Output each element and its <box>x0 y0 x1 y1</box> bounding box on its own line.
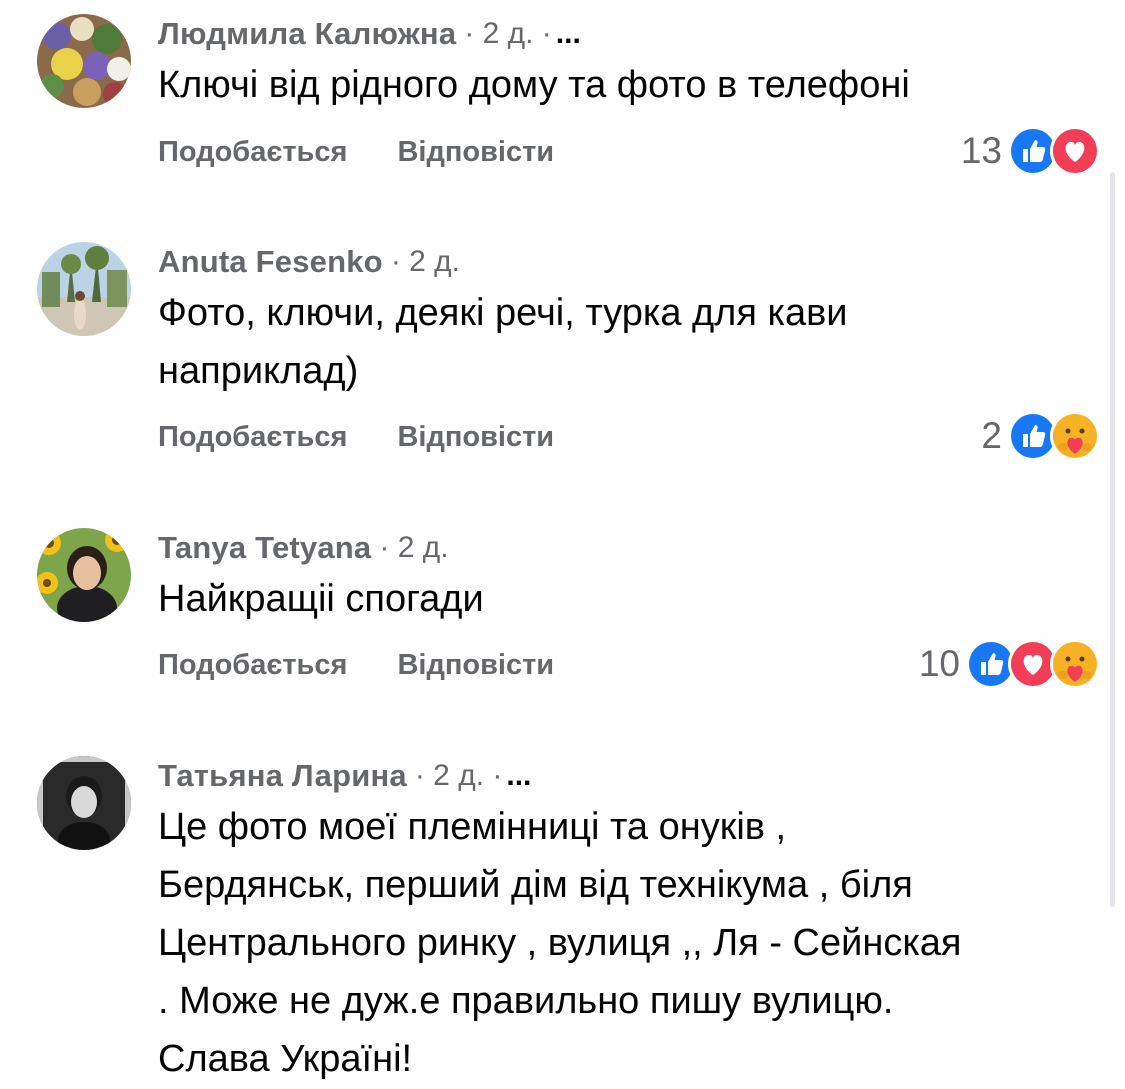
scrollbar[interactable] <box>1110 172 1115 907</box>
comment-actions: Подобається Відповісти <box>158 415 554 459</box>
more-options-button[interactable]: ... <box>506 759 531 793</box>
like-button[interactable]: Подобається <box>158 649 347 682</box>
comment-time[interactable]: · 2 д. · <box>464 17 552 51</box>
love-icon <box>1050 126 1100 176</box>
comment-header: Tanya Tetyana · 2 д. <box>158 526 449 570</box>
care-icon <box>1050 411 1100 461</box>
avatar[interactable] <box>37 14 131 108</box>
author-name[interactable]: Tanya Tetyana <box>158 530 371 566</box>
comment-header: Anuta Fesenko · 2 д. <box>158 240 460 284</box>
like-button[interactable]: Подобається <box>158 421 347 454</box>
comment-text: Це фото моеї племінниці та онуків , Берд… <box>158 806 962 1080</box>
avatar[interactable] <box>37 242 131 336</box>
comment-time[interactable]: · 2 д. · <box>415 759 503 793</box>
reaction-count: 2 <box>981 415 1002 456</box>
reply-button[interactable]: Відповісти <box>397 136 554 169</box>
avatar[interactable] <box>37 528 131 622</box>
comment-text: Ключі від рідного дому та фото в телефон… <box>158 64 910 106</box>
comment-text: Фото, ключи, деякі речі, турка для кави … <box>158 292 848 392</box>
avatar[interactable] <box>37 756 131 850</box>
care-icon <box>1050 639 1100 689</box>
author-name[interactable]: Людмила Калюжна <box>158 16 456 52</box>
comment-header: Людмила Калюжна · 2 д. · ... <box>158 12 581 56</box>
comment-text: Найкращіі спогади <box>158 578 484 620</box>
like-button[interactable]: Подобається <box>158 136 347 169</box>
more-options-button[interactable]: ... <box>556 17 581 51</box>
comment-header: Татьяна Ларина · 2 д. · ... <box>158 754 531 798</box>
author-name[interactable]: Татьяна Ларина <box>158 758 407 794</box>
reply-button[interactable]: Відповісти <box>397 421 554 454</box>
reaction-count: 10 <box>918 643 960 684</box>
reaction-summary[interactable]: 10 <box>919 638 1100 690</box>
reaction-summary[interactable]: 2 <box>981 410 1100 462</box>
comment-time[interactable]: · 2 д. <box>391 245 460 279</box>
comment-time[interactable]: · 2 д. <box>379 531 448 565</box>
comment-actions: Подобається Відповісти <box>158 130 554 174</box>
comment-actions: Подобається Відповісти <box>158 643 554 687</box>
reaction-count: 13 <box>960 130 1002 171</box>
author-name[interactable]: Anuta Fesenko <box>158 244 383 280</box>
reaction-summary[interactable]: 13 <box>961 125 1100 177</box>
reply-button[interactable]: Відповісти <box>397 649 554 682</box>
